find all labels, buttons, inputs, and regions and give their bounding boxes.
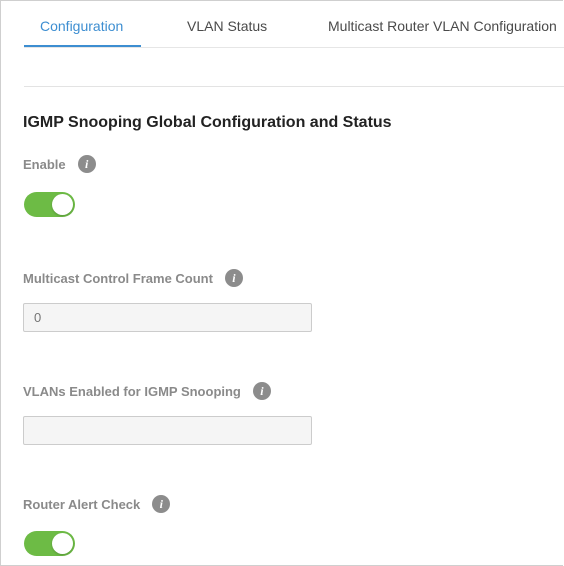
frame-count-input[interactable] (23, 303, 312, 332)
tab-bar: Configuration VLAN Status Multicast Rout… (0, 0, 564, 48)
vlans-enabled-label-row: VLANs Enabled for IGMP Snooping i (23, 382, 271, 400)
enable-label: Enable (23, 156, 66, 172)
router-alert-info-icon[interactable]: i (152, 495, 171, 513)
vlans-enabled-label: VLANs Enabled for IGMP Snooping (23, 383, 241, 399)
router-alert-toggle-knob (52, 533, 73, 554)
router-alert-label: Router Alert Check (23, 496, 141, 512)
router-alert-label-row: Router Alert Check i (23, 495, 171, 513)
tabs-divider (24, 47, 564, 48)
tab-vlan-status[interactable]: VLAN Status (187, 18, 267, 34)
router-alert-toggle[interactable] (24, 531, 75, 556)
frame-count-label-row: Multicast Control Frame Count i (23, 269, 243, 287)
enable-info-icon[interactable]: i (77, 155, 96, 173)
vlans-enabled-info-icon[interactable]: i (252, 382, 271, 400)
section-divider (24, 86, 564, 87)
vlans-enabled-input[interactable] (23, 416, 312, 445)
frame-count-info-icon[interactable]: i (224, 269, 243, 287)
tab-configuration[interactable]: Configuration (40, 18, 123, 34)
enable-label-row: Enable i (23, 155, 96, 173)
frame-count-label: Multicast Control Frame Count (23, 270, 213, 286)
section-title: IGMP Snooping Global Configuration and S… (23, 114, 392, 131)
enable-toggle[interactable] (24, 192, 75, 217)
enable-toggle-knob (52, 194, 73, 215)
tab-multicast-router-vlan-configuration[interactable]: Multicast Router VLAN Configuration (328, 18, 557, 34)
